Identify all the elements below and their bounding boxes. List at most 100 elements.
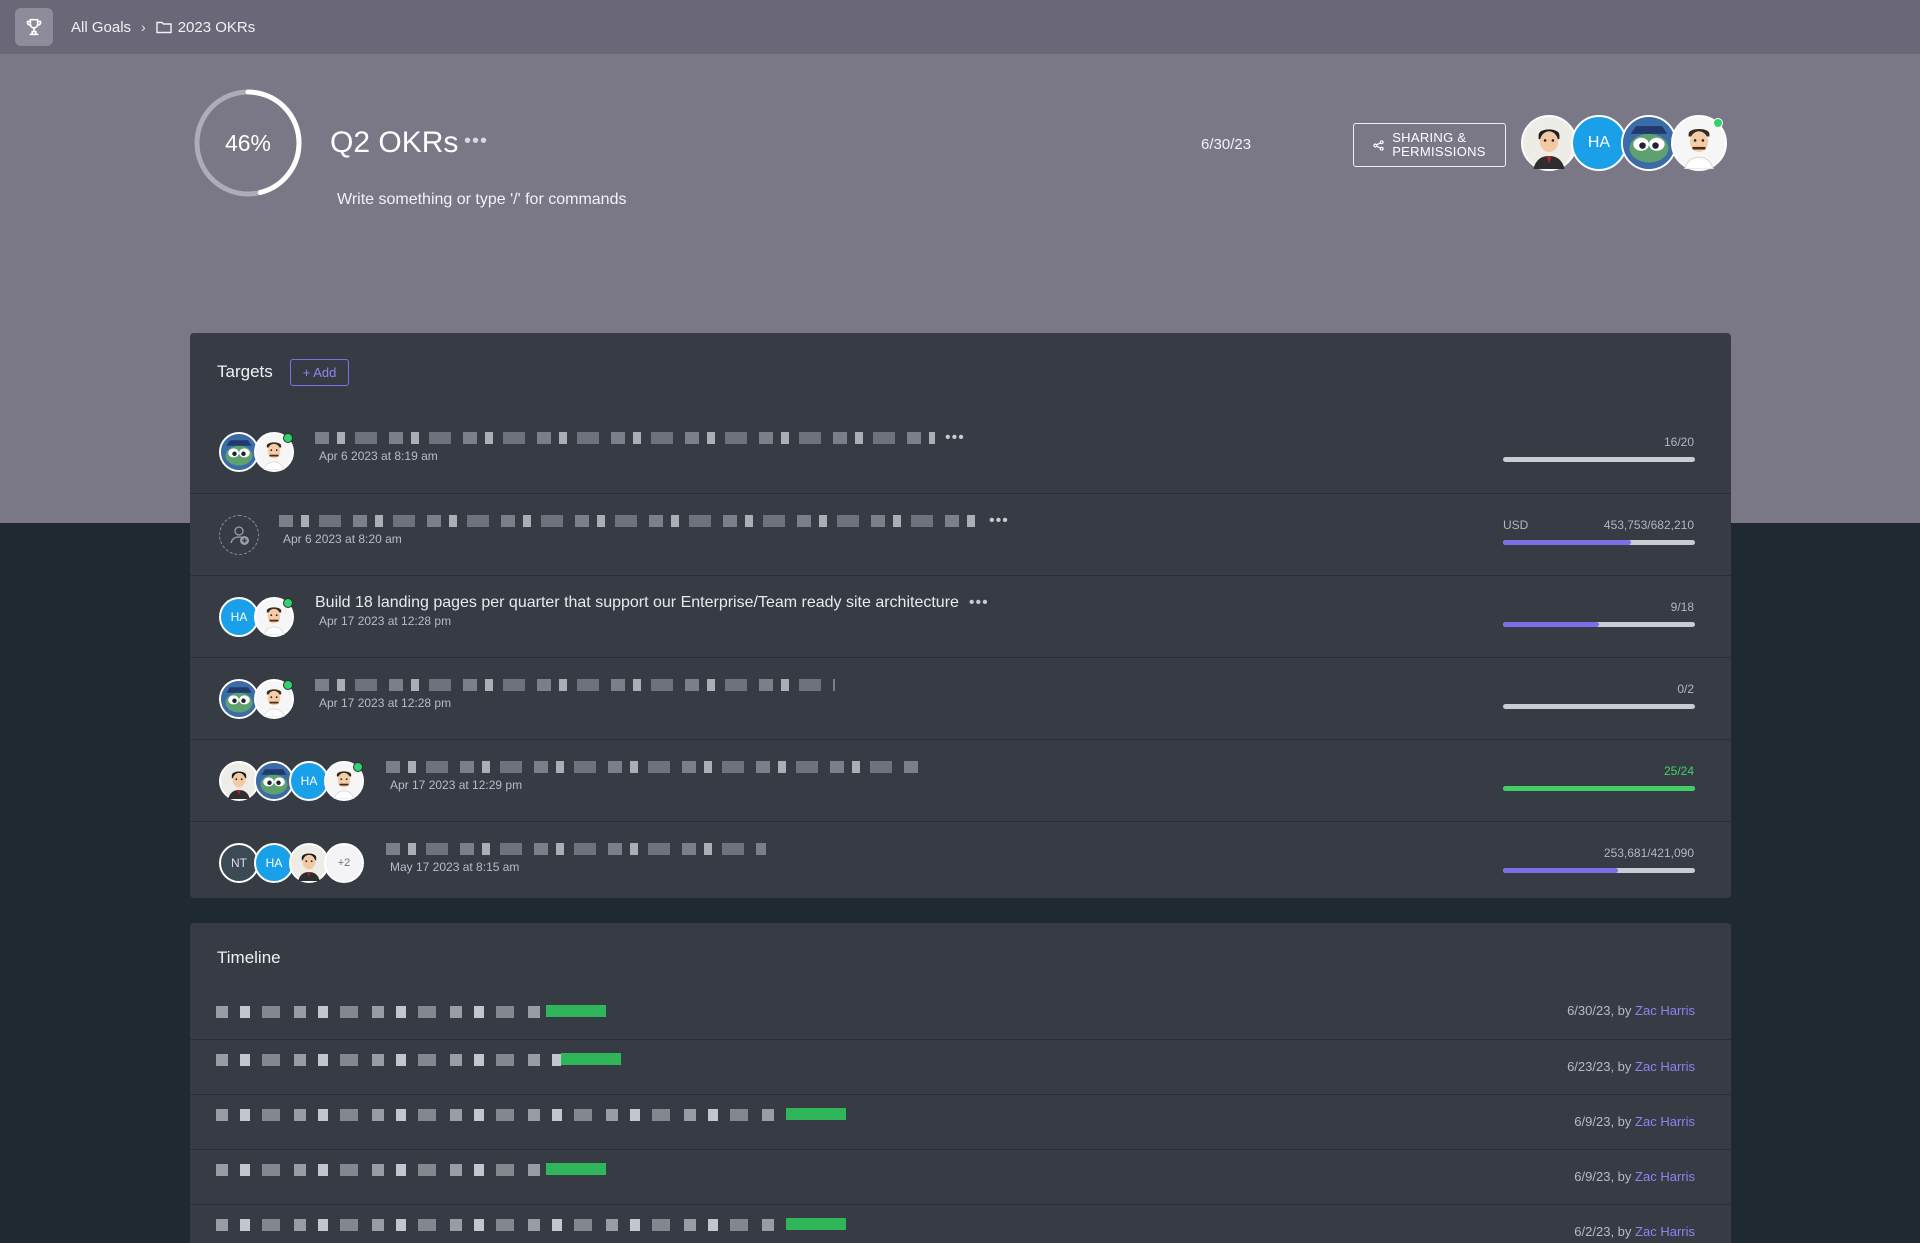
target-name[interactable]: ••• <box>279 512 1009 530</box>
timeline-entry[interactable]: 6/23/23, by Zac Harris <box>190 1039 1731 1094</box>
target-name[interactable] <box>315 676 835 694</box>
target-progress-fill <box>1503 868 1619 873</box>
avatar[interactable] <box>289 843 329 883</box>
online-status-dot <box>353 762 363 772</box>
more-horizontal-icon[interactable]: ••• <box>945 429 965 446</box>
timeline-author-link[interactable]: Zac Harris <box>1635 1114 1695 1129</box>
target-row[interactable]: ••• Apr 6 2023 at 8:19 am 16/20 <box>190 411 1731 493</box>
target-name[interactable]: ••• <box>315 429 965 447</box>
target-owners[interactable]: HA <box>219 761 364 801</box>
target-owners[interactable] <box>219 515 259 555</box>
target-owners[interactable]: HA <box>219 597 294 637</box>
goal-title[interactable]: Q2 OKRs <box>330 126 458 160</box>
target-value: 25/24 <box>1663 764 1694 778</box>
target-name[interactable]: Build 18 landing pages per quarter that … <box>315 594 989 612</box>
initials-avatar[interactable]: HA <box>254 843 294 883</box>
target-progress-fill <box>1503 786 1695 791</box>
timeline-entry[interactable]: 6/9/23, by Zac Harris <box>190 1149 1731 1204</box>
initials-avatar[interactable]: HA <box>289 761 329 801</box>
breadcrumb-all-goals[interactable]: All Goals <box>71 19 131 36</box>
avatar[interactable] <box>219 679 259 719</box>
timeline-entry-text <box>216 1005 606 1019</box>
target-name[interactable] <box>386 840 766 858</box>
online-status-dot <box>283 433 293 443</box>
share-label-line1: SHARING & <box>1392 130 1467 145</box>
timeline-meta: 6/2/23, by Zac Harris <box>1574 1224 1695 1239</box>
target-timestamp: May 17 2023 at 8:15 am <box>390 860 520 874</box>
avatar[interactable] <box>1521 115 1577 171</box>
timeline-author-link[interactable]: Zac Harris <box>1635 1169 1695 1184</box>
target-unit: USD <box>1503 518 1529 532</box>
unassigned-user-icon <box>230 526 249 545</box>
target-row[interactable]: HA Build 18 landing pages per quarter tha… <box>190 575 1731 657</box>
target-value: 9/18 <box>1670 600 1694 614</box>
more-members-avatar[interactable]: +2 <box>324 843 364 883</box>
timeline-entry[interactable]: 6/30/23, by Zac Harris <box>190 993 1731 1039</box>
timeline-entry[interactable]: 6/2/23, by Zac Harris <box>190 1204 1731 1243</box>
target-progress-bar <box>1503 622 1695 627</box>
unassigned-avatar[interactable] <box>219 515 259 555</box>
initials-avatar[interactable]: HA <box>219 597 259 637</box>
timeline-author-link[interactable]: Zac Harris <box>1635 1224 1695 1239</box>
suit-face-icon <box>1523 117 1575 169</box>
more-horizontal-icon[interactable]: ••• <box>969 594 989 611</box>
timeline-author-link[interactable]: Zac Harris <box>1635 1003 1695 1018</box>
target-owners[interactable]: NT HA +2 <box>219 843 364 883</box>
more-horizontal-icon[interactable]: ••• <box>989 512 1009 529</box>
sharing-permissions-label: SHARING & PERMISSIONS <box>1392 131 1486 159</box>
target-owners[interactable] <box>219 432 294 472</box>
targets-header: Targets + Add <box>190 333 1731 411</box>
redacted-text <box>279 514 979 527</box>
goal-description-placeholder[interactable]: Write something or type '/' for commands <box>337 191 626 209</box>
target-row[interactable]: ••• Apr 6 2023 at 8:20 am USD 453,753/682,2… <box>190 493 1731 575</box>
sharing-permissions-button[interactable]: SHARING & PERMISSIONS <box>1353 123 1506 167</box>
timeline-author-link[interactable]: Zac Harris <box>1635 1059 1695 1074</box>
avatar[interactable] <box>1621 115 1677 171</box>
timeline-meta: 6/9/23, by Zac Harris <box>1574 1169 1695 1184</box>
target-row[interactable]: NT HA +2 May 17 2023 at 8:15 am 253,681/421,… <box>190 821 1731 903</box>
online-status-dot <box>283 598 293 608</box>
avatar[interactable] <box>324 761 364 801</box>
avatar[interactable] <box>1671 115 1727 171</box>
target-row[interactable]: Apr 17 2023 at 12:28 pm 0/2 <box>190 657 1731 739</box>
online-status-dot <box>1713 118 1723 128</box>
target-value: 253,681/421,090 <box>1603 846 1694 860</box>
timeline-meta: 6/9/23, by Zac Harris <box>1574 1114 1695 1129</box>
initials-avatar[interactable]: HA <box>1571 115 1627 171</box>
target-name[interactable] <box>386 758 926 776</box>
avatar[interactable] <box>254 432 294 472</box>
timeline-date: 6/30/23 <box>1567 1003 1611 1018</box>
avatar[interactable] <box>254 679 294 719</box>
chevron-right-icon: › <box>141 19 146 35</box>
target-progress-bar <box>1503 704 1695 709</box>
target-name-text: Build 18 landing pages per quarter that … <box>315 594 959 611</box>
breadcrumb-folder[interactable]: 2023 OKRs <box>156 19 255 36</box>
timeline-entry[interactable]: 6/9/23, by Zac Harris <box>190 1094 1731 1149</box>
target-row[interactable]: HA Apr 17 2023 at 12:29 pm 25/24 <box>190 739 1731 821</box>
suit-face-icon <box>291 845 327 881</box>
trophy-icon <box>26 18 42 36</box>
target-owners[interactable] <box>219 679 294 719</box>
timeline-panel: Timeline 6/30/23, by Zac Harris 6/23/23, … <box>190 923 1731 1243</box>
target-progress-bar <box>1503 786 1695 791</box>
targets-list: ••• Apr 6 2023 at 8:19 am 16/20 ••• Apr 6 20… <box>190 411 1731 903</box>
avatar[interactable] <box>254 761 294 801</box>
timeline-header: Timeline <box>190 923 1731 993</box>
avatar[interactable] <box>219 761 259 801</box>
avatar[interactable] <box>219 432 259 472</box>
online-status-dot <box>283 680 293 690</box>
goal-members[interactable]: HA <box>1521 115 1727 171</box>
avatar[interactable] <box>254 597 294 637</box>
redacted-text <box>216 1006 546 1018</box>
timeline-date: 6/9/23 <box>1574 1114 1611 1129</box>
redacted-highlight <box>546 1163 606 1175</box>
more-horizontal-icon[interactable]: ••• <box>464 130 488 153</box>
initials-avatar[interactable]: NT <box>219 843 259 883</box>
add-target-button[interactable]: + Add <box>289 358 350 386</box>
target-progress-fill <box>1503 622 1599 627</box>
targets-panel: Targets + Add ••• Apr 6 2023 at 8:19 am 16… <box>190 333 1731 898</box>
redacted-highlight <box>786 1108 846 1120</box>
goal-due-date[interactable]: 6/30/23 <box>1201 136 1251 153</box>
target-progress-bar <box>1503 540 1695 545</box>
goals-home-button[interactable] <box>15 8 53 46</box>
